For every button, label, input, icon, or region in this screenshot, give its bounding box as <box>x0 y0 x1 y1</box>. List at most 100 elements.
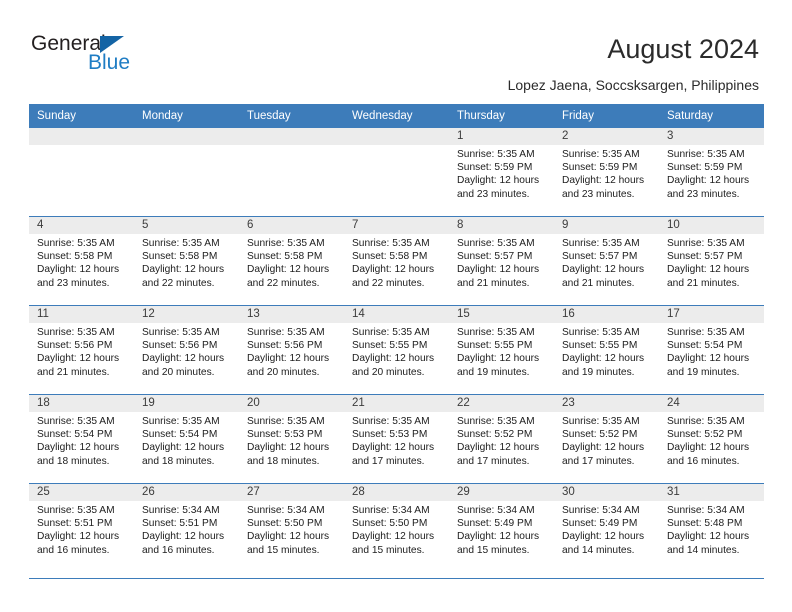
calendar-page: General Blue August 2024 Lopez Jaena, So… <box>0 0 792 612</box>
calendar-day-cell[interactable]: 26 Sunrise: 5:34 AM Sunset: 5:51 PM Dayligh… <box>134 483 239 573</box>
calendar-day-cell[interactable]: 21 Sunrise: 5:35 AM Sunset: 5:53 PM Dayligh… <box>344 394 449 484</box>
calendar-day-cell[interactable]: 11 Sunrise: 5:35 AM Sunset: 5:56 PM Dayligh… <box>29 305 134 395</box>
day-detail-line: and 15 minutes. <box>352 544 425 556</box>
calendar-day-cell[interactable]: 10 Sunrise: 5:35 AM Sunset: 5:57 PM Dayligh… <box>659 216 764 306</box>
day-detail-line: and 14 minutes. <box>667 544 740 556</box>
day-detail-line: Sunset: 5:50 PM <box>247 518 323 530</box>
day-number: 24 <box>659 395 764 412</box>
calendar-day-cell[interactable]: 23 Sunrise: 5:35 AM Sunset: 5:52 PM Dayligh… <box>554 394 659 484</box>
day-detail-line: Daylight: 12 hours <box>352 442 435 454</box>
day-detail-line: Sunset: 5:50 PM <box>352 518 428 530</box>
day-detail-line: Sunset: 5:56 PM <box>37 340 113 352</box>
weekday-header-friday: Friday <box>554 104 659 128</box>
day-detail-line: Sunset: 5:53 PM <box>247 429 323 441</box>
calendar-day-cell[interactable]: 18 Sunrise: 5:35 AM Sunset: 5:54 PM Dayligh… <box>29 394 134 484</box>
day-detail-line: Sunset: 5:54 PM <box>142 429 218 441</box>
day-detail-line: Sunrise: 5:35 AM <box>142 416 220 427</box>
calendar-day-cell[interactable]: 17 Sunrise: 5:35 AM Sunset: 5:54 PM Dayligh… <box>659 305 764 395</box>
day-detail-line: and 15 minutes. <box>247 544 320 556</box>
day-detail-line: and 20 minutes. <box>352 366 425 378</box>
calendar-day-cell[interactable]: 5 Sunrise: 5:35 AM Sunset: 5:58 PM Daylight… <box>134 216 239 306</box>
day-details: Sunrise: 5:35 AM Sunset: 5:57 PM Daylight:… <box>659 234 764 290</box>
calendar-day-cell[interactable]: 7 Sunrise: 5:35 AM Sunset: 5:58 PM Daylight… <box>344 216 449 306</box>
calendar-week-row: 4 Sunrise: 5:35 AM Sunset: 5:58 PM Daylight… <box>29 216 764 306</box>
day-detail-line: and 16 minutes. <box>37 544 110 556</box>
day-number: 28 <box>344 484 449 501</box>
day-detail-line: Sunrise: 5:34 AM <box>142 505 220 516</box>
day-detail-line: Sunrise: 5:35 AM <box>37 416 115 427</box>
calendar-day-cell[interactable]: 19 Sunrise: 5:35 AM Sunset: 5:54 PM Dayligh… <box>134 394 239 484</box>
day-detail-line: Sunrise: 5:34 AM <box>352 505 430 516</box>
calendar-day-cell-empty <box>134 127 239 217</box>
calendar-day-cell[interactable]: 16 Sunrise: 5:35 AM Sunset: 5:55 PM Dayligh… <box>554 305 659 395</box>
day-detail-line: and 23 minutes. <box>562 188 635 200</box>
calendar-day-cell[interactable]: 6 Sunrise: 5:35 AM Sunset: 5:58 PM Daylight… <box>239 216 344 306</box>
day-detail-line: Daylight: 12 hours <box>562 442 645 454</box>
calendar-day-cell[interactable]: 28 Sunrise: 5:34 AM Sunset: 5:50 PM Dayligh… <box>344 483 449 573</box>
day-details: Sunrise: 5:35 AM Sunset: 5:55 PM Daylight:… <box>449 323 554 379</box>
day-details: Sunrise: 5:35 AM Sunset: 5:53 PM Daylight:… <box>239 412 344 468</box>
calendar-day-cell[interactable]: 9 Sunrise: 5:35 AM Sunset: 5:57 PM Daylight… <box>554 216 659 306</box>
day-detail-line: Sunrise: 5:35 AM <box>457 327 535 338</box>
weekday-header-saturday: Saturday <box>659 104 764 128</box>
calendar-day-cell[interactable]: 1 Sunrise: 5:35 AM Sunset: 5:59 PM Daylight… <box>449 127 554 217</box>
day-number: 18 <box>29 395 134 412</box>
day-detail-line: Daylight: 12 hours <box>247 353 330 365</box>
day-details <box>29 145 134 148</box>
day-details: Sunrise: 5:34 AM Sunset: 5:51 PM Daylight:… <box>134 501 239 557</box>
calendar-day-cell[interactable]: 24 Sunrise: 5:35 AM Sunset: 5:52 PM Dayligh… <box>659 394 764 484</box>
day-detail-line: Sunrise: 5:35 AM <box>667 149 745 160</box>
calendar-day-cell[interactable]: 8 Sunrise: 5:35 AM Sunset: 5:57 PM Daylight… <box>449 216 554 306</box>
day-details: Sunrise: 5:35 AM Sunset: 5:58 PM Daylight:… <box>239 234 344 290</box>
day-details: Sunrise: 5:35 AM Sunset: 5:58 PM Daylight:… <box>29 234 134 290</box>
calendar-day-cell[interactable]: 3 Sunrise: 5:35 AM Sunset: 5:59 PM Daylight… <box>659 127 764 217</box>
weekday-header-sunday: Sunday <box>29 104 134 128</box>
day-detail-line: Daylight: 12 hours <box>562 353 645 365</box>
calendar-day-cell[interactable]: 2 Sunrise: 5:35 AM Sunset: 5:59 PM Daylight… <box>554 127 659 217</box>
calendar-day-cell[interactable]: 30 Sunrise: 5:34 AM Sunset: 5:49 PM Dayligh… <box>554 483 659 573</box>
day-detail-line: and 16 minutes. <box>667 455 740 467</box>
day-detail-line: Daylight: 12 hours <box>247 264 330 276</box>
calendar-day-cell[interactable]: 25 Sunrise: 5:35 AM Sunset: 5:51 PM Dayligh… <box>29 483 134 573</box>
day-detail-line: and 20 minutes. <box>247 366 320 378</box>
day-detail-line: Daylight: 12 hours <box>562 175 645 187</box>
day-number <box>29 128 134 145</box>
calendar-day-cell[interactable]: 22 Sunrise: 5:35 AM Sunset: 5:52 PM Dayligh… <box>449 394 554 484</box>
day-details: Sunrise: 5:34 AM Sunset: 5:50 PM Daylight:… <box>239 501 344 557</box>
calendar-day-cell[interactable]: 15 Sunrise: 5:35 AM Sunset: 5:55 PM Dayligh… <box>449 305 554 395</box>
day-details: Sunrise: 5:34 AM Sunset: 5:48 PM Daylight:… <box>659 501 764 557</box>
day-detail-line: Sunrise: 5:35 AM <box>142 238 220 249</box>
day-details: Sunrise: 5:35 AM Sunset: 5:56 PM Daylight:… <box>134 323 239 379</box>
day-details: Sunrise: 5:35 AM Sunset: 5:56 PM Daylight:… <box>239 323 344 379</box>
day-detail-line: Daylight: 12 hours <box>37 264 120 276</box>
day-detail-line: and 14 minutes. <box>562 544 635 556</box>
day-detail-line: Daylight: 12 hours <box>37 531 120 543</box>
day-details: Sunrise: 5:35 AM Sunset: 5:58 PM Daylight:… <box>344 234 449 290</box>
day-detail-line: Sunrise: 5:35 AM <box>457 238 535 249</box>
weekday-header-row: Sunday Monday Tuesday Wednesday Thursday… <box>29 104 764 128</box>
calendar-day-cell[interactable]: 29 Sunrise: 5:34 AM Sunset: 5:49 PM Dayligh… <box>449 483 554 573</box>
day-detail-line: Sunset: 5:57 PM <box>667 251 743 263</box>
day-detail-line: Sunset: 5:51 PM <box>37 518 113 530</box>
day-detail-line: Sunset: 5:52 PM <box>667 429 743 441</box>
day-detail-line: Sunset: 5:55 PM <box>562 340 638 352</box>
weekday-header-monday: Monday <box>134 104 239 128</box>
day-detail-line: Daylight: 12 hours <box>667 531 750 543</box>
calendar-day-cell[interactable]: 27 Sunrise: 5:34 AM Sunset: 5:50 PM Dayligh… <box>239 483 344 573</box>
day-number: 14 <box>344 306 449 323</box>
day-detail-line: Daylight: 12 hours <box>37 442 120 454</box>
day-detail-line: and 20 minutes. <box>142 366 215 378</box>
calendar-day-cell[interactable]: 4 Sunrise: 5:35 AM Sunset: 5:58 PM Daylight… <box>29 216 134 306</box>
day-detail-line: Sunset: 5:56 PM <box>142 340 218 352</box>
calendar-day-cell[interactable]: 20 Sunrise: 5:35 AM Sunset: 5:53 PM Dayligh… <box>239 394 344 484</box>
day-details <box>239 145 344 148</box>
calendar-day-cell[interactable]: 12 Sunrise: 5:35 AM Sunset: 5:56 PM Dayligh… <box>134 305 239 395</box>
calendar-day-cell[interactable]: 31 Sunrise: 5:34 AM Sunset: 5:48 PM Dayligh… <box>659 483 764 573</box>
day-details: Sunrise: 5:35 AM Sunset: 5:59 PM Daylight:… <box>449 145 554 201</box>
calendar-day-cell[interactable]: 13 Sunrise: 5:35 AM Sunset: 5:56 PM Dayligh… <box>239 305 344 395</box>
calendar-day-cell[interactable]: 14 Sunrise: 5:35 AM Sunset: 5:55 PM Dayligh… <box>344 305 449 395</box>
day-number: 5 <box>134 217 239 234</box>
brand-logo[interactable]: General Blue <box>31 33 231 81</box>
day-detail-line: and 17 minutes. <box>457 455 530 467</box>
day-detail-line: Sunset: 5:59 PM <box>667 162 743 174</box>
